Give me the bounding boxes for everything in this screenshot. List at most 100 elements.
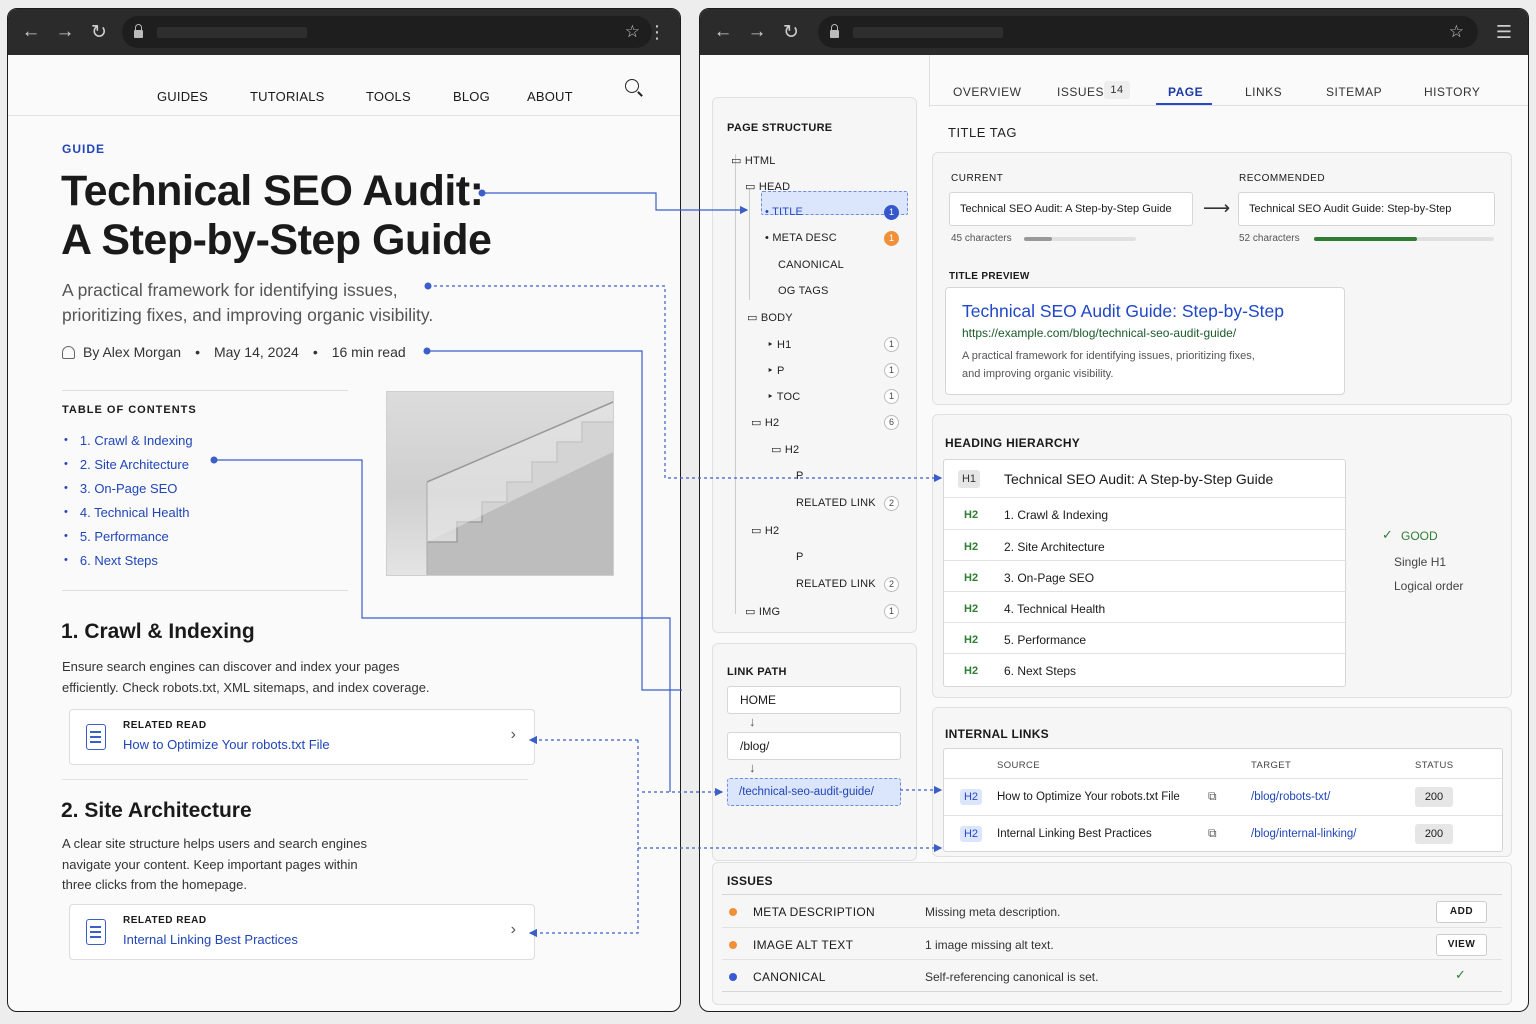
issue-row[interactable]: META DESCRIPTION Missing meta descriptio… [722, 895, 1502, 927]
path-step-home[interactable]: HOME [727, 686, 901, 714]
tree-node-p[interactable]: ‣ P [767, 364, 785, 377]
heading-row-h1[interactable]: H1 Technical SEO Audit: A Step-by-Step G… [944, 460, 1345, 497]
heading-row[interactable]: H2 6. Next Steps [944, 653, 1345, 684]
related-read-link[interactable]: Internal Linking Best Practices [123, 932, 298, 947]
warning-dot [729, 908, 737, 916]
forward-icon[interactable]: → [740, 21, 774, 43]
link-status: 200 [1415, 824, 1453, 844]
tab-overview[interactable]: OVERVIEW [953, 85, 1021, 99]
tree-node-p[interactable]: P [796, 470, 804, 482]
menu-kebab-icon[interactable]: ⋮ [648, 22, 666, 43]
tree-node-head[interactable]: ▭ HEAD [745, 180, 790, 193]
tree-node-related-link[interactable]: RELATED LINK [796, 578, 876, 590]
tree-node-h2[interactable]: ▭ H2 [751, 416, 779, 429]
table-of-contents: 1. Crawl & Indexing 2. Site Architecture… [64, 428, 193, 572]
tree-node-toc[interactable]: ‣ TOC [767, 390, 800, 403]
tree-node-body[interactable]: ▭ BODY [747, 311, 793, 324]
byline-divider [62, 390, 348, 391]
toc-item[interactable]: 2. Site Architecture [64, 452, 193, 476]
tree-node-related-link[interactable]: RELATED LINK [796, 497, 876, 509]
external-link-icon[interactable]: ⧉ [1208, 789, 1217, 804]
link-path-heading: LINK PATH [727, 666, 787, 678]
related-read-link[interactable]: How to Optimize Your robots.txt File [123, 737, 330, 752]
back-icon[interactable]: ← [706, 21, 740, 43]
toc-item[interactable]: 1. Crawl & Indexing [64, 428, 193, 452]
tab-links[interactable]: LINKS [1245, 85, 1282, 99]
tab-history[interactable]: HISTORY [1424, 85, 1480, 99]
toc-item[interactable]: 4. Technical Health [64, 500, 193, 524]
heading-tag: H2 [964, 665, 979, 677]
nav-guides[interactable]: GUIDES [157, 89, 208, 104]
chevron-right-icon: › [510, 921, 516, 938]
heading-row[interactable]: H2 5. Performance [944, 622, 1345, 653]
arrow-right-icon: ⟶ [1203, 198, 1231, 219]
heading-row[interactable]: H2 1. Crawl & Indexing [944, 497, 1345, 528]
tab-sitemap[interactable]: SITEMAP [1326, 85, 1382, 99]
toc-item[interactable]: 6. Next Steps [64, 548, 193, 572]
external-link-icon[interactable]: ⧉ [1208, 826, 1217, 841]
publish-date: May 14, 2024 [213, 344, 299, 360]
link-target[interactable]: /blog/robots-txt/ [1251, 791, 1330, 803]
hamburger-menu-icon[interactable]: ☰ [1496, 22, 1512, 43]
redacted-url [853, 26, 1003, 38]
issue-row[interactable]: CANONICAL Self-referencing canonical is … [722, 959, 1502, 991]
link-path-panel: LINK PATH HOME ↓ /blog/ ↓ /technical-seo… [712, 643, 917, 861]
forward-icon[interactable]: → [48, 21, 82, 43]
path-step-current[interactable]: /technical-seo-audit-guide/ [727, 778, 901, 806]
preview-title[interactable]: Technical SEO Audit Guide: Step-by-Step [962, 301, 1284, 322]
tree-node-canonical[interactable]: CANONICAL [778, 259, 844, 271]
current-title-field[interactable]: Technical SEO Audit: A Step-by-Step Guid… [949, 192, 1193, 226]
toc-item[interactable]: 5. Performance [64, 524, 193, 548]
title-tag-heading: TITLE TAG [948, 125, 1018, 140]
issue-row[interactable]: IMAGE ALT TEXT 1 image missing alt text.… [722, 927, 1502, 959]
tree-node-og-tags[interactable]: OG TAGS [778, 285, 829, 297]
nav-tools[interactable]: TOOLS [366, 89, 411, 104]
heading-text: 6. Next Steps [1004, 664, 1077, 678]
tree-node-h2-child[interactable]: ▭ H2 [771, 443, 799, 456]
reload-icon[interactable]: ↻ [774, 21, 808, 44]
tab-issues[interactable]: ISSUES [1057, 85, 1104, 99]
internal-links-table: SOURCE TARGET STATUS H2 How to Optimize … [943, 748, 1503, 852]
link-target[interactable]: /blog/internal-linking/ [1251, 828, 1356, 840]
star-icon[interactable]: ☆ [625, 22, 640, 42]
toc-item[interactable]: 3. On-Page SEO [64, 476, 193, 500]
section-2-heading: 2. Site Architecture [61, 799, 252, 822]
heading-status: GOOD [1401, 529, 1438, 543]
byline-separator-2: • [312, 344, 318, 360]
heading-row[interactable]: H2 3. On-Page SEO [944, 560, 1345, 591]
tree-node-img[interactable]: ▭ IMG [745, 605, 780, 618]
heading-note-single-h1: Single H1 [1394, 555, 1447, 569]
view-button[interactable]: VIEW [1436, 934, 1487, 956]
heading-tag: H2 [964, 603, 979, 615]
link-row[interactable]: H2 How to Optimize Your robots.txt File … [944, 778, 1502, 815]
link-row[interactable]: H2 Internal Linking Best Practices ⧉ /bl… [944, 815, 1502, 852]
back-icon[interactable]: ← [14, 21, 48, 43]
address-bar[interactable]: ☆ [818, 16, 1478, 48]
byline-separator-1: • [195, 344, 200, 360]
tree-node-h1[interactable]: ‣ H1 [767, 338, 791, 351]
tree-node-title[interactable]: • TITLE [765, 206, 803, 218]
reload-icon[interactable]: ↻ [82, 21, 116, 44]
tree-node-html[interactable]: ▭ HTML [731, 154, 776, 167]
tree-node-meta-desc[interactable]: • META DESC [765, 232, 837, 244]
related-read-card-1[interactable]: RELATED READ How to Optimize Your robots… [69, 709, 535, 765]
address-bar[interactable]: ☆ [122, 16, 652, 48]
nav-tutorials[interactable]: TUTORIALS [250, 89, 325, 104]
star-icon[interactable]: ☆ [1449, 22, 1464, 42]
heading-row[interactable]: H2 4. Technical Health [944, 591, 1345, 622]
nav-about[interactable]: ABOUT [527, 89, 573, 104]
lock-icon [830, 24, 839, 38]
recommended-title-field[interactable]: Technical SEO Audit Guide: Step-by-Step [1238, 192, 1495, 226]
tree-node-p[interactable]: P [796, 551, 804, 563]
related-read-card-2[interactable]: RELATED READ Internal Linking Best Pract… [69, 904, 535, 960]
tree-node-h2[interactable]: ▭ H2 [751, 524, 779, 537]
tab-page[interactable]: PAGE [1168, 85, 1203, 99]
recommended-length-fill [1314, 237, 1417, 241]
browser-toolbar: ← → ↻ ☆ ☰ [700, 9, 1528, 55]
path-step-blog[interactable]: /blog/ [727, 732, 901, 760]
staircase-image [386, 391, 614, 576]
issue-name: META DESCRIPTION [753, 905, 875, 919]
nav-blog[interactable]: BLOG [453, 89, 490, 104]
heading-row[interactable]: H2 2. Site Architecture [944, 529, 1345, 560]
add-button[interactable]: ADD [1436, 901, 1487, 923]
